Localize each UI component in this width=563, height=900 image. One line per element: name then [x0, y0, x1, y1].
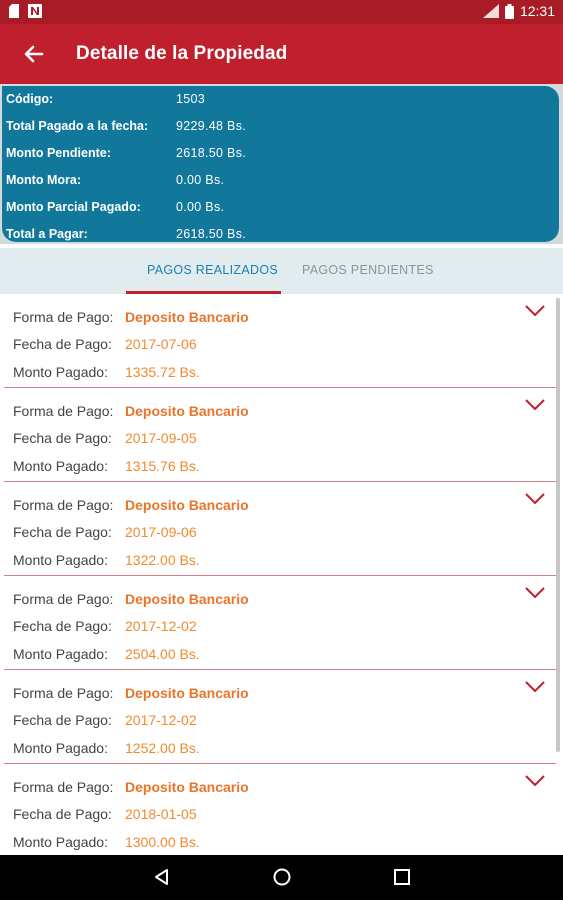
- monto-value: 2504.00 Bs.: [125, 646, 200, 662]
- chevron-down-icon[interactable]: [524, 680, 546, 694]
- summary-label: Monto Parcial Pagado:: [6, 200, 141, 214]
- circle-home-icon[interactable]: [272, 867, 292, 887]
- forma-value: Deposito Bancario: [125, 685, 249, 701]
- monto-value: 1252.00 Bs.: [125, 740, 200, 756]
- fecha-label: Fecha de Pago:: [13, 618, 112, 634]
- app-bar: Detalle de la Propiedad: [0, 24, 563, 84]
- summary-label: Código:: [6, 92, 54, 106]
- summary-value: 0.00 Bs.: [176, 200, 225, 214]
- summary-value: 2618.50 Bs.: [176, 227, 247, 241]
- monto-label: Monto Pagado:: [13, 646, 108, 662]
- monto-label: Monto Pagado:: [13, 364, 108, 380]
- fecha-value: 2017-12-02: [125, 712, 197, 728]
- tab-bar: PAGOS REALIZADOS PAGOS PENDIENTES: [0, 248, 563, 294]
- payment-item[interactable]: Forma de Pago: Deposito Bancario Fecha d…: [4, 764, 556, 854]
- status-bar: 12:31: [0, 0, 563, 24]
- tab-pagos-pendientes[interactable]: PAGOS PENDIENTES: [302, 263, 434, 277]
- summary-card: Código: 1503 Total Pagado a la fecha: 92…: [2, 86, 559, 242]
- fecha-value: 2018-01-05: [125, 806, 197, 822]
- fecha-value: 2017-09-05: [125, 430, 197, 446]
- fecha-label: Fecha de Pago:: [13, 430, 112, 446]
- chevron-down-icon[interactable]: [524, 304, 546, 318]
- payment-item[interactable]: Forma de Pago: Deposito Bancario Fecha d…: [4, 294, 556, 388]
- payments-list[interactable]: Forma de Pago: Deposito Bancario Fecha d…: [0, 294, 563, 854]
- monto-value: 1300.00 Bs.: [125, 834, 200, 850]
- status-right: 12:31: [482, 3, 555, 19]
- status-time: 12:31: [519, 3, 555, 19]
- summary-value: 9229.48 Bs.: [176, 119, 247, 133]
- summary-label: Total Pagado a la fecha:: [6, 119, 149, 133]
- summary-value: 2618.50 Bs.: [176, 146, 247, 160]
- summary-label: Monto Pendiente:: [6, 146, 111, 160]
- fecha-label: Fecha de Pago:: [13, 712, 112, 728]
- page-title: Detalle de la Propiedad: [76, 43, 288, 64]
- status-left-icons: [8, 4, 42, 18]
- chevron-down-icon[interactable]: [524, 492, 546, 506]
- forma-label: Forma de Pago:: [13, 403, 114, 419]
- square-recents-icon[interactable]: [392, 867, 412, 887]
- payment-item[interactable]: Forma de Pago: Deposito Bancario Fecha d…: [4, 388, 556, 482]
- fecha-value: 2017-12-02: [125, 618, 197, 634]
- forma-value: Deposito Bancario: [125, 779, 249, 795]
- list-scrollbar[interactable]: [556, 298, 560, 752]
- forma-value: Deposito Bancario: [125, 497, 249, 513]
- summary-panel: Código: 1503 Total Pagado a la fecha: 92…: [0, 84, 563, 244]
- monto-value: 1315.76 Bs.: [125, 458, 200, 474]
- monto-label: Monto Pagado:: [13, 740, 108, 756]
- forma-label: Forma de Pago:: [13, 591, 114, 607]
- signal-icon: [482, 4, 499, 18]
- summary-value: 1503: [176, 92, 206, 106]
- forma-label: Forma de Pago:: [13, 497, 114, 513]
- forma-value: Deposito Bancario: [125, 403, 249, 419]
- notification-icon: [9, 4, 19, 18]
- payment-item[interactable]: Forma de Pago: Deposito Bancario Fecha d…: [4, 482, 556, 576]
- fecha-value: 2017-09-06: [125, 524, 197, 540]
- monto-value: 1322.00 Bs.: [125, 552, 200, 568]
- battery-icon: [504, 3, 514, 19]
- fecha-label: Fecha de Pago:: [13, 336, 112, 352]
- triangle-back-icon[interactable]: [152, 867, 172, 887]
- chevron-down-icon[interactable]: [524, 586, 546, 600]
- system-nav-bar: [0, 855, 563, 900]
- monto-label: Monto Pagado:: [13, 834, 108, 850]
- payment-item[interactable]: Forma de Pago: Deposito Bancario Fecha d…: [4, 576, 556, 670]
- tab-pagos-realizados[interactable]: PAGOS REALIZADOS: [147, 263, 278, 277]
- chevron-down-icon[interactable]: [524, 398, 546, 412]
- summary-label: Total a Pagar:: [6, 227, 88, 241]
- forma-value: Deposito Bancario: [125, 591, 249, 607]
- forma-label: Forma de Pago:: [13, 309, 114, 325]
- fecha-value: 2017-07-06: [125, 336, 197, 352]
- monto-label: Monto Pagado:: [13, 458, 108, 474]
- n-notification-icon: [28, 4, 42, 18]
- monto-label: Monto Pagado:: [13, 552, 108, 568]
- chevron-down-icon[interactable]: [524, 774, 546, 788]
- arrow-left-icon[interactable]: [20, 40, 48, 68]
- payment-item[interactable]: Forma de Pago: Deposito Bancario Fecha d…: [4, 670, 556, 764]
- forma-label: Forma de Pago:: [13, 779, 114, 795]
- fecha-label: Fecha de Pago:: [13, 806, 112, 822]
- fecha-label: Fecha de Pago:: [13, 524, 112, 540]
- forma-label: Forma de Pago:: [13, 685, 114, 701]
- forma-value: Deposito Bancario: [125, 309, 249, 325]
- summary-label: Monto Mora:: [6, 173, 81, 187]
- monto-value: 1335.72 Bs.: [125, 364, 200, 380]
- summary-value: 0.00 Bs.: [176, 173, 225, 187]
